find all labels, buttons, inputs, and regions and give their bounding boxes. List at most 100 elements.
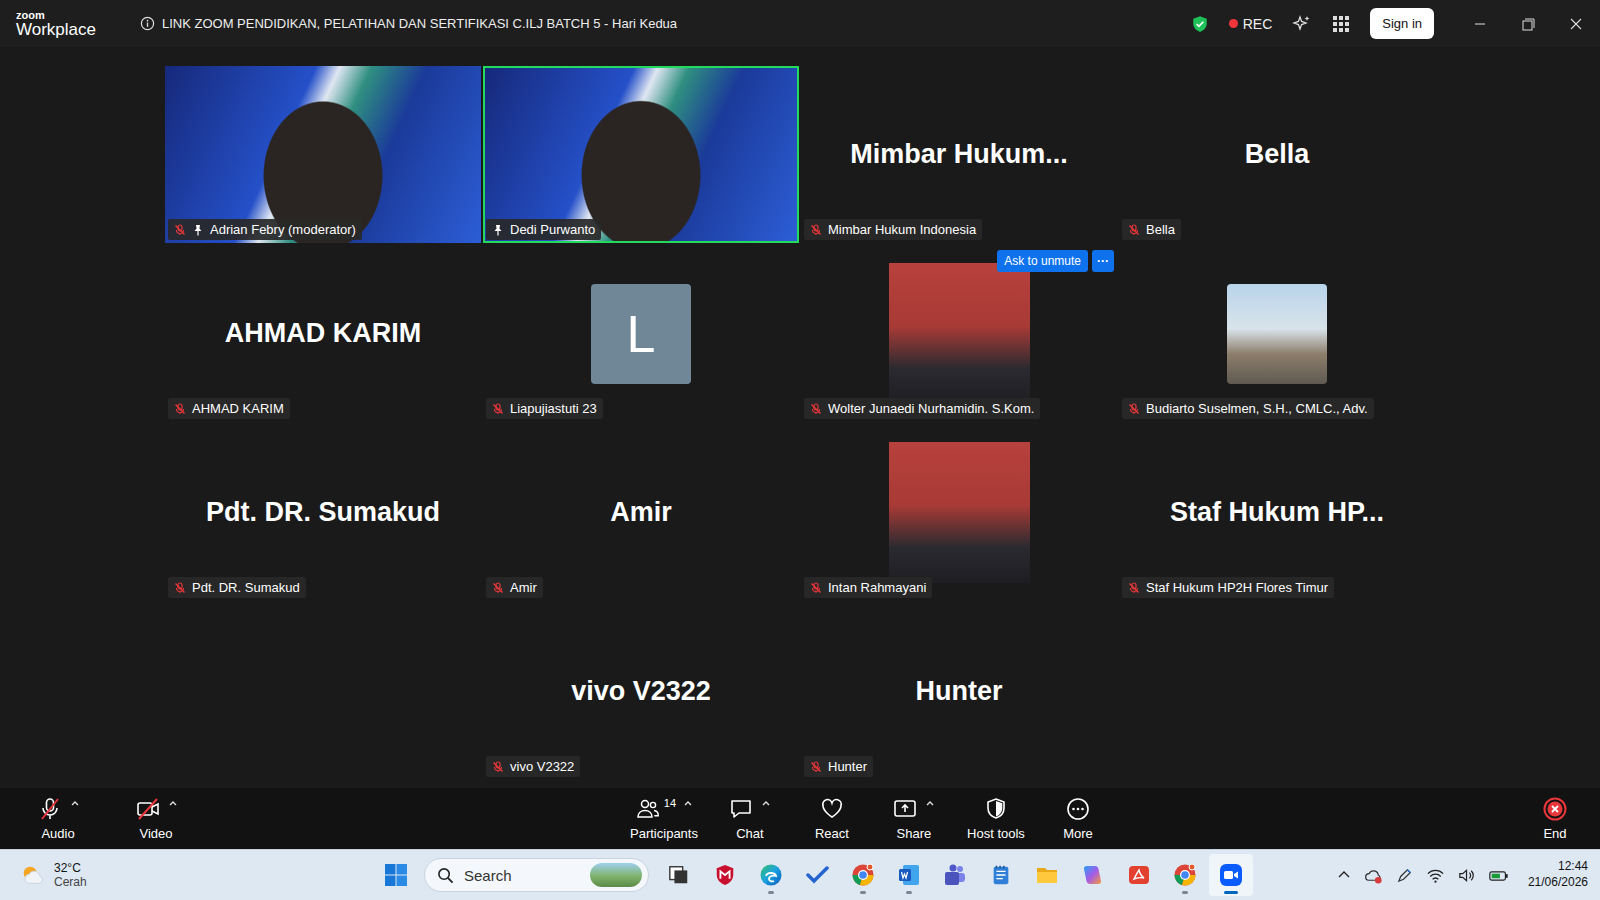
partly-sunny-icon	[20, 862, 46, 888]
participant-tile[interactable]: AHMAD KARIM AHMAD KARIM	[165, 245, 481, 422]
participant-tile[interactable]: Intan Rahmayani	[801, 424, 1117, 601]
participant-name-label: Liapujiastuti 23	[486, 398, 603, 419]
control-icon-row	[983, 796, 1009, 822]
clock[interactable]: 12:44 21/06/2026	[1528, 859, 1588, 890]
apps-grid-icon[interactable]	[1332, 15, 1350, 33]
muted-mic-icon	[810, 582, 822, 594]
taskbar-app[interactable]	[841, 854, 885, 896]
word-icon	[897, 863, 921, 887]
avatar-letter: L	[591, 284, 691, 384]
minimize-icon[interactable]	[1456, 1, 1504, 47]
taskbar-app[interactable]	[703, 854, 747, 896]
control-label: Chat	[736, 826, 763, 841]
taskbar-app[interactable]	[657, 854, 701, 896]
end-button[interactable]: End	[1525, 796, 1585, 841]
weather-widget[interactable]: 32°C Cerah	[0, 861, 374, 890]
control-icon-row	[37, 796, 80, 822]
participant-name-label: Mimbar Hukum Indonesia	[804, 219, 982, 240]
taskbar-app[interactable]	[795, 854, 839, 896]
participant-tile[interactable]: Staf Hukum HP... Staf Hukum HP2H Flores …	[1119, 424, 1435, 601]
ask-to-unmute-button[interactable]: Ask to unmute	[997, 250, 1088, 272]
clock-date: 21/06/2026	[1528, 875, 1588, 891]
participant-tile[interactable]: Amir Amir	[483, 424, 799, 601]
profile-photo	[889, 442, 1030, 583]
todo-icon	[805, 863, 829, 887]
participant-tile[interactable]: L Liapujiastuti 23	[483, 245, 799, 422]
tile-hover-actions: Ask to unmute ···	[997, 250, 1114, 272]
participant-tile[interactable]: Adrian Febry (moderator)	[165, 66, 481, 243]
running-indicator	[906, 891, 912, 894]
participant-tile[interactable]: Mimbar Hukum... Mimbar Hukum Indonesia	[801, 66, 1117, 243]
participant-name-label: Dedi Purwanto	[486, 219, 601, 240]
control-label: End	[1543, 826, 1566, 841]
taskbar-app[interactable]	[1117, 854, 1161, 896]
taskbar-app[interactable]	[887, 854, 931, 896]
participant-name-label: AHMAD KARIM	[168, 398, 290, 419]
video-button[interactable]: Video	[126, 796, 186, 841]
taskbar-app[interactable]	[933, 854, 977, 896]
show-hidden-icons-icon[interactable]	[1336, 867, 1352, 883]
muted-mic-icon	[492, 761, 504, 773]
taskbar-app[interactable]	[979, 854, 1023, 896]
participant-tile[interactable]: Budiarto Suselmen, S.H., CMLC., Adv.	[1119, 245, 1435, 422]
control-icon-row	[892, 796, 935, 822]
battery-icon[interactable]	[1488, 866, 1510, 885]
pen-icon[interactable]	[1395, 866, 1414, 885]
share-screen-icon	[892, 796, 918, 822]
taskbar-app[interactable]	[749, 854, 793, 896]
participant-name: Intan Rahmayani	[828, 580, 926, 595]
caret-up-icon[interactable]	[683, 798, 693, 808]
start-button[interactable]	[374, 854, 418, 896]
file-explorer-icon	[1035, 863, 1059, 887]
participant-tile[interactable]: Hunter Hunter	[801, 603, 1117, 780]
restore-icon[interactable]	[1504, 1, 1552, 47]
rec-label: REC	[1243, 16, 1273, 32]
more-button[interactable]: More	[1048, 796, 1108, 841]
meeting-info[interactable]: LINK ZOOM PENDIDIKAN, PELATIHAN DAN SERT…	[140, 16, 1191, 31]
taskbar-app[interactable]	[1025, 854, 1069, 896]
wifi-icon[interactable]	[1426, 866, 1445, 885]
recording-indicator[interactable]: REC	[1229, 16, 1273, 32]
participant-tile[interactable]: Dedi Purwanto	[483, 66, 799, 243]
participant-tile[interactable]: Bella Bella	[1119, 66, 1435, 243]
caret-up-icon[interactable]	[925, 798, 935, 808]
gallery-view: Adrian Febry (moderator) Dedi Purwanto Mi…	[0, 47, 1600, 788]
close-icon[interactable]	[1552, 1, 1600, 47]
caret-up-icon[interactable]	[70, 798, 80, 808]
taskbar-app[interactable]	[1209, 854, 1253, 896]
title-bar: zoom Workplace LINK ZOOM PENDIDIKAN, PEL…	[0, 0, 1600, 47]
host-button[interactable]: Host tools	[966, 796, 1026, 841]
participants-button[interactable]: 14 Participants	[630, 796, 698, 841]
caret-up-icon[interactable]	[761, 798, 771, 808]
chat-button[interactable]: Chat	[720, 796, 780, 841]
notepad-icon	[990, 864, 1012, 886]
share-button[interactable]: Share	[884, 796, 944, 841]
heart-icon	[819, 796, 845, 822]
gallery-row: Pdt. DR. Sumakud Pdt. DR. SumakudAmir Am…	[165, 424, 1435, 601]
control-label: Share	[897, 826, 932, 841]
info-icon[interactable]	[140, 16, 155, 31]
profile-photo	[889, 263, 1030, 404]
shield-icon[interactable]	[1191, 15, 1209, 33]
participant-tile[interactable]: Ask to unmute ··· Wolter Junaedi Nurhami…	[801, 245, 1117, 422]
sign-in-button[interactable]: Sign in	[1370, 8, 1434, 39]
caret-up-icon[interactable]	[168, 798, 178, 808]
end-controls: End	[1510, 796, 1600, 841]
participant-name: AHMAD KARIM	[192, 401, 284, 416]
cloud-sync-icon[interactable]	[1364, 866, 1383, 885]
sparkle-icon[interactable]	[1292, 14, 1312, 34]
mcafee-icon	[714, 864, 736, 886]
audio-button[interactable]: Audio	[28, 796, 88, 841]
react-button[interactable]: React	[802, 796, 862, 841]
participant-tile[interactable]: Pdt. DR. Sumakud Pdt. DR. Sumakud	[165, 424, 481, 601]
taskbar-search[interactable]: Search	[424, 858, 649, 892]
title-actions: REC Sign in	[1191, 1, 1600, 47]
volume-icon[interactable]	[1457, 866, 1476, 885]
tile-more-button[interactable]: ···	[1092, 250, 1114, 272]
copilot-icon	[1081, 863, 1105, 887]
muted-mic-icon	[174, 403, 186, 415]
taskbar-app[interactable]	[1163, 854, 1207, 896]
participant-tile[interactable]: vivo V2322 vivo V2322	[483, 603, 799, 780]
taskbar-app[interactable]	[1071, 854, 1115, 896]
profile-thumbnail	[1227, 284, 1327, 384]
